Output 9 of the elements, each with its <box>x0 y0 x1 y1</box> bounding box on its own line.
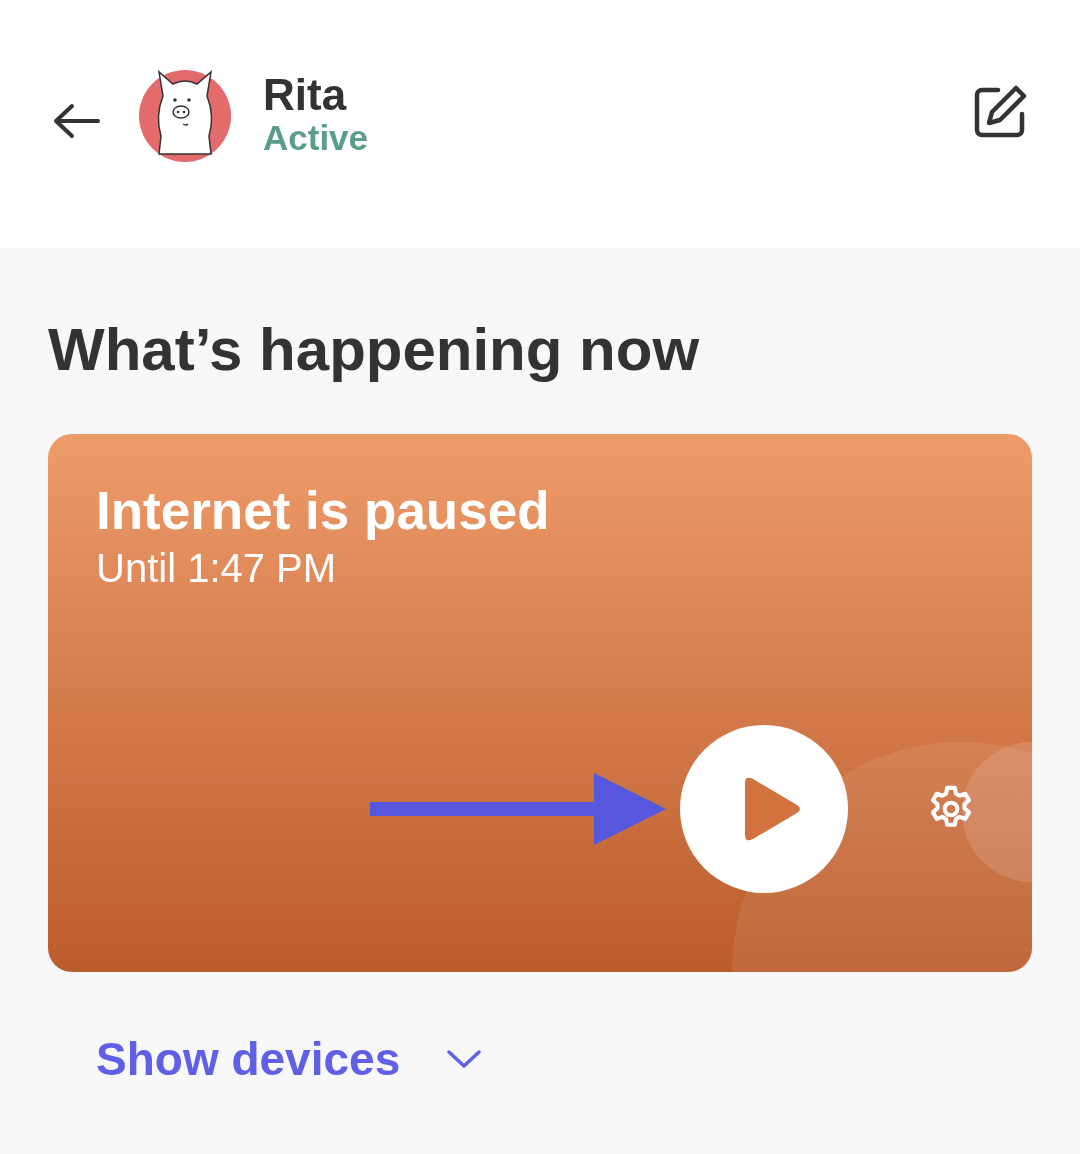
show-devices-link[interactable]: Show devices <box>96 1032 483 1086</box>
profile-name: Rita <box>263 70 348 119</box>
edit-icon[interactable] <box>972 84 1028 140</box>
section-title: What’s happening now <box>48 320 701 380</box>
card-subtitle: Until 1:47 PM <box>96 546 338 592</box>
chevron-icon <box>446 1049 483 1069</box>
profile-status: Active <box>263 118 369 158</box>
back-arrow-icon[interactable] <box>52 103 100 139</box>
card-title: Internet is paused <box>96 482 551 541</box>
